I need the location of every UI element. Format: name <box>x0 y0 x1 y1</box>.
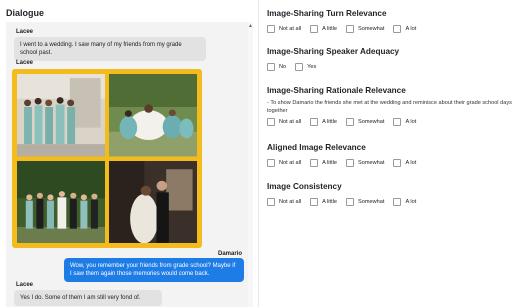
option-label: Somewhat <box>358 26 385 32</box>
checkbox[interactable] <box>267 198 275 206</box>
scroll-up-arrow-icon[interactable]: ▲ <box>248 24 253 29</box>
option-somewhat[interactable]: Somewhat <box>346 118 384 126</box>
message-speaker: Damario <box>217 251 242 257</box>
option-not-at-all[interactable]: Not at all <box>267 118 301 126</box>
option-label: A little <box>322 199 338 205</box>
chat-scroll-area[interactable]: Lacee I went to a wedding. I saw many of… <box>6 22 248 307</box>
bridesmaids-photo <box>17 74 105 157</box>
option-label: Not at all <box>279 160 302 166</box>
option-label: Not at all <box>279 199 302 205</box>
checkbox[interactable] <box>346 25 355 33</box>
checkbox[interactable] <box>267 63 275 71</box>
checkbox[interactable] <box>295 63 304 71</box>
option-label: Somewhat <box>358 160 385 166</box>
message-bubble: Yes I do. Some of them I am still very f… <box>14 290 162 306</box>
checkbox[interactable] <box>393 118 402 126</box>
image-consistency-section: Image Consistency Not at all A little So… <box>267 182 529 206</box>
dialogue-title: Dialogue <box>6 8 45 18</box>
option-label: Somewhat <box>358 199 385 205</box>
option-a-lot[interactable]: A lot <box>393 159 416 167</box>
rationale-text: - To show Damario the friends she met at… <box>267 100 512 114</box>
turn-relevance-section: Image-Sharing Turn Relevance Not at all … <box>267 9 529 33</box>
section-title: Image-Sharing Rationale Relevance <box>267 86 406 95</box>
option-somewhat[interactable]: Somewhat <box>346 159 384 167</box>
checkbox[interactable] <box>393 25 402 33</box>
option-somewhat[interactable]: Somewhat <box>346 198 384 206</box>
option-label: Not at all <box>279 26 302 32</box>
checkbox[interactable] <box>346 118 355 126</box>
wedding-photo-collage <box>17 74 197 243</box>
dialogue-panel: Dialogue Lacee I went to a wedding. I sa… <box>0 0 260 307</box>
checkbox[interactable] <box>310 159 319 167</box>
option-label: A little <box>322 119 338 125</box>
option-yes[interactable]: Yes <box>295 63 316 71</box>
checkbox[interactable] <box>267 25 275 33</box>
option-label: A lot <box>405 160 417 166</box>
option-a-lot[interactable]: A lot <box>393 25 416 33</box>
message-bubble: I went to a wedding. I saw many of my fr… <box>14 37 206 61</box>
rationale-relevance-section: Image-Sharing Rationale Relevance - To s… <box>267 86 529 126</box>
section-title: Aligned Image Relevance <box>267 143 366 152</box>
section-title: Image-Sharing Turn Relevance <box>267 9 387 18</box>
panel-divider <box>258 0 259 307</box>
option-somewhat[interactable]: Somewhat <box>346 25 384 33</box>
checkbox[interactable] <box>310 118 319 126</box>
checkbox[interactable] <box>310 25 319 33</box>
speaker-adequacy-section: Image-Sharing Speaker Adequacy No Yes <box>267 47 529 71</box>
checkbox[interactable] <box>267 118 275 126</box>
option-a-lot[interactable]: A lot <box>393 118 416 126</box>
message-bubble: Wow, you remember your friends from grad… <box>64 258 244 282</box>
option-label: Somewhat <box>358 119 385 125</box>
group-garden-photo <box>17 160 105 243</box>
section-title: Image Consistency <box>267 182 342 191</box>
rating-options: Not at all A little Somewhat A lot <box>267 25 529 33</box>
option-no[interactable]: No <box>267 63 286 71</box>
checkbox[interactable] <box>346 198 355 206</box>
checkbox[interactable] <box>310 198 319 206</box>
option-not-at-all[interactable]: Not at all <box>267 159 301 167</box>
couple-indoor-photo <box>109 160 197 243</box>
message-speaker: Lacee <box>16 60 34 66</box>
rating-options: Not at all A little Somewhat A lot <box>267 159 529 167</box>
option-label: A little <box>322 160 338 166</box>
checkbox[interactable] <box>346 159 355 167</box>
checkbox[interactable] <box>267 159 275 167</box>
option-not-at-all[interactable]: Not at all <box>267 25 301 33</box>
option-label: A lot <box>405 26 417 32</box>
checkbox[interactable] <box>393 159 402 167</box>
shared-image[interactable] <box>12 69 202 248</box>
option-a-little[interactable]: A little <box>310 159 337 167</box>
option-label: Not at all <box>279 119 302 125</box>
option-label: No <box>279 64 287 70</box>
rating-options: Not at all A little Somewhat A lot <box>267 118 529 126</box>
rating-options: Not at all A little Somewhat A lot <box>267 198 529 206</box>
checkbox[interactable] <box>393 198 402 206</box>
section-title: Image-Sharing Speaker Adequacy <box>267 47 400 56</box>
option-label: A little <box>322 26 338 32</box>
option-label: Yes <box>307 64 317 70</box>
message-speaker: Lacee <box>16 282 34 288</box>
option-a-little[interactable]: A little <box>310 25 337 33</box>
option-a-lot[interactable]: A lot <box>393 198 416 206</box>
rating-options: No Yes <box>267 63 529 71</box>
chat-scrollbar[interactable]: ▲ <box>248 22 253 307</box>
message-speaker: Lacee <box>16 29 34 35</box>
option-a-little[interactable]: A little <box>310 118 337 126</box>
option-label: A lot <box>405 199 417 205</box>
aligned-image-relevance-section: Aligned Image Relevance Not at all A lit… <box>267 143 529 167</box>
option-a-little[interactable]: A little <box>310 198 337 206</box>
option-not-at-all[interactable]: Not at all <box>267 198 301 206</box>
bride-bridesmaids-photo <box>109 74 197 157</box>
option-label: A lot <box>405 119 417 125</box>
evaluation-panel: Image-Sharing Turn Relevance Not at all … <box>262 0 532 307</box>
